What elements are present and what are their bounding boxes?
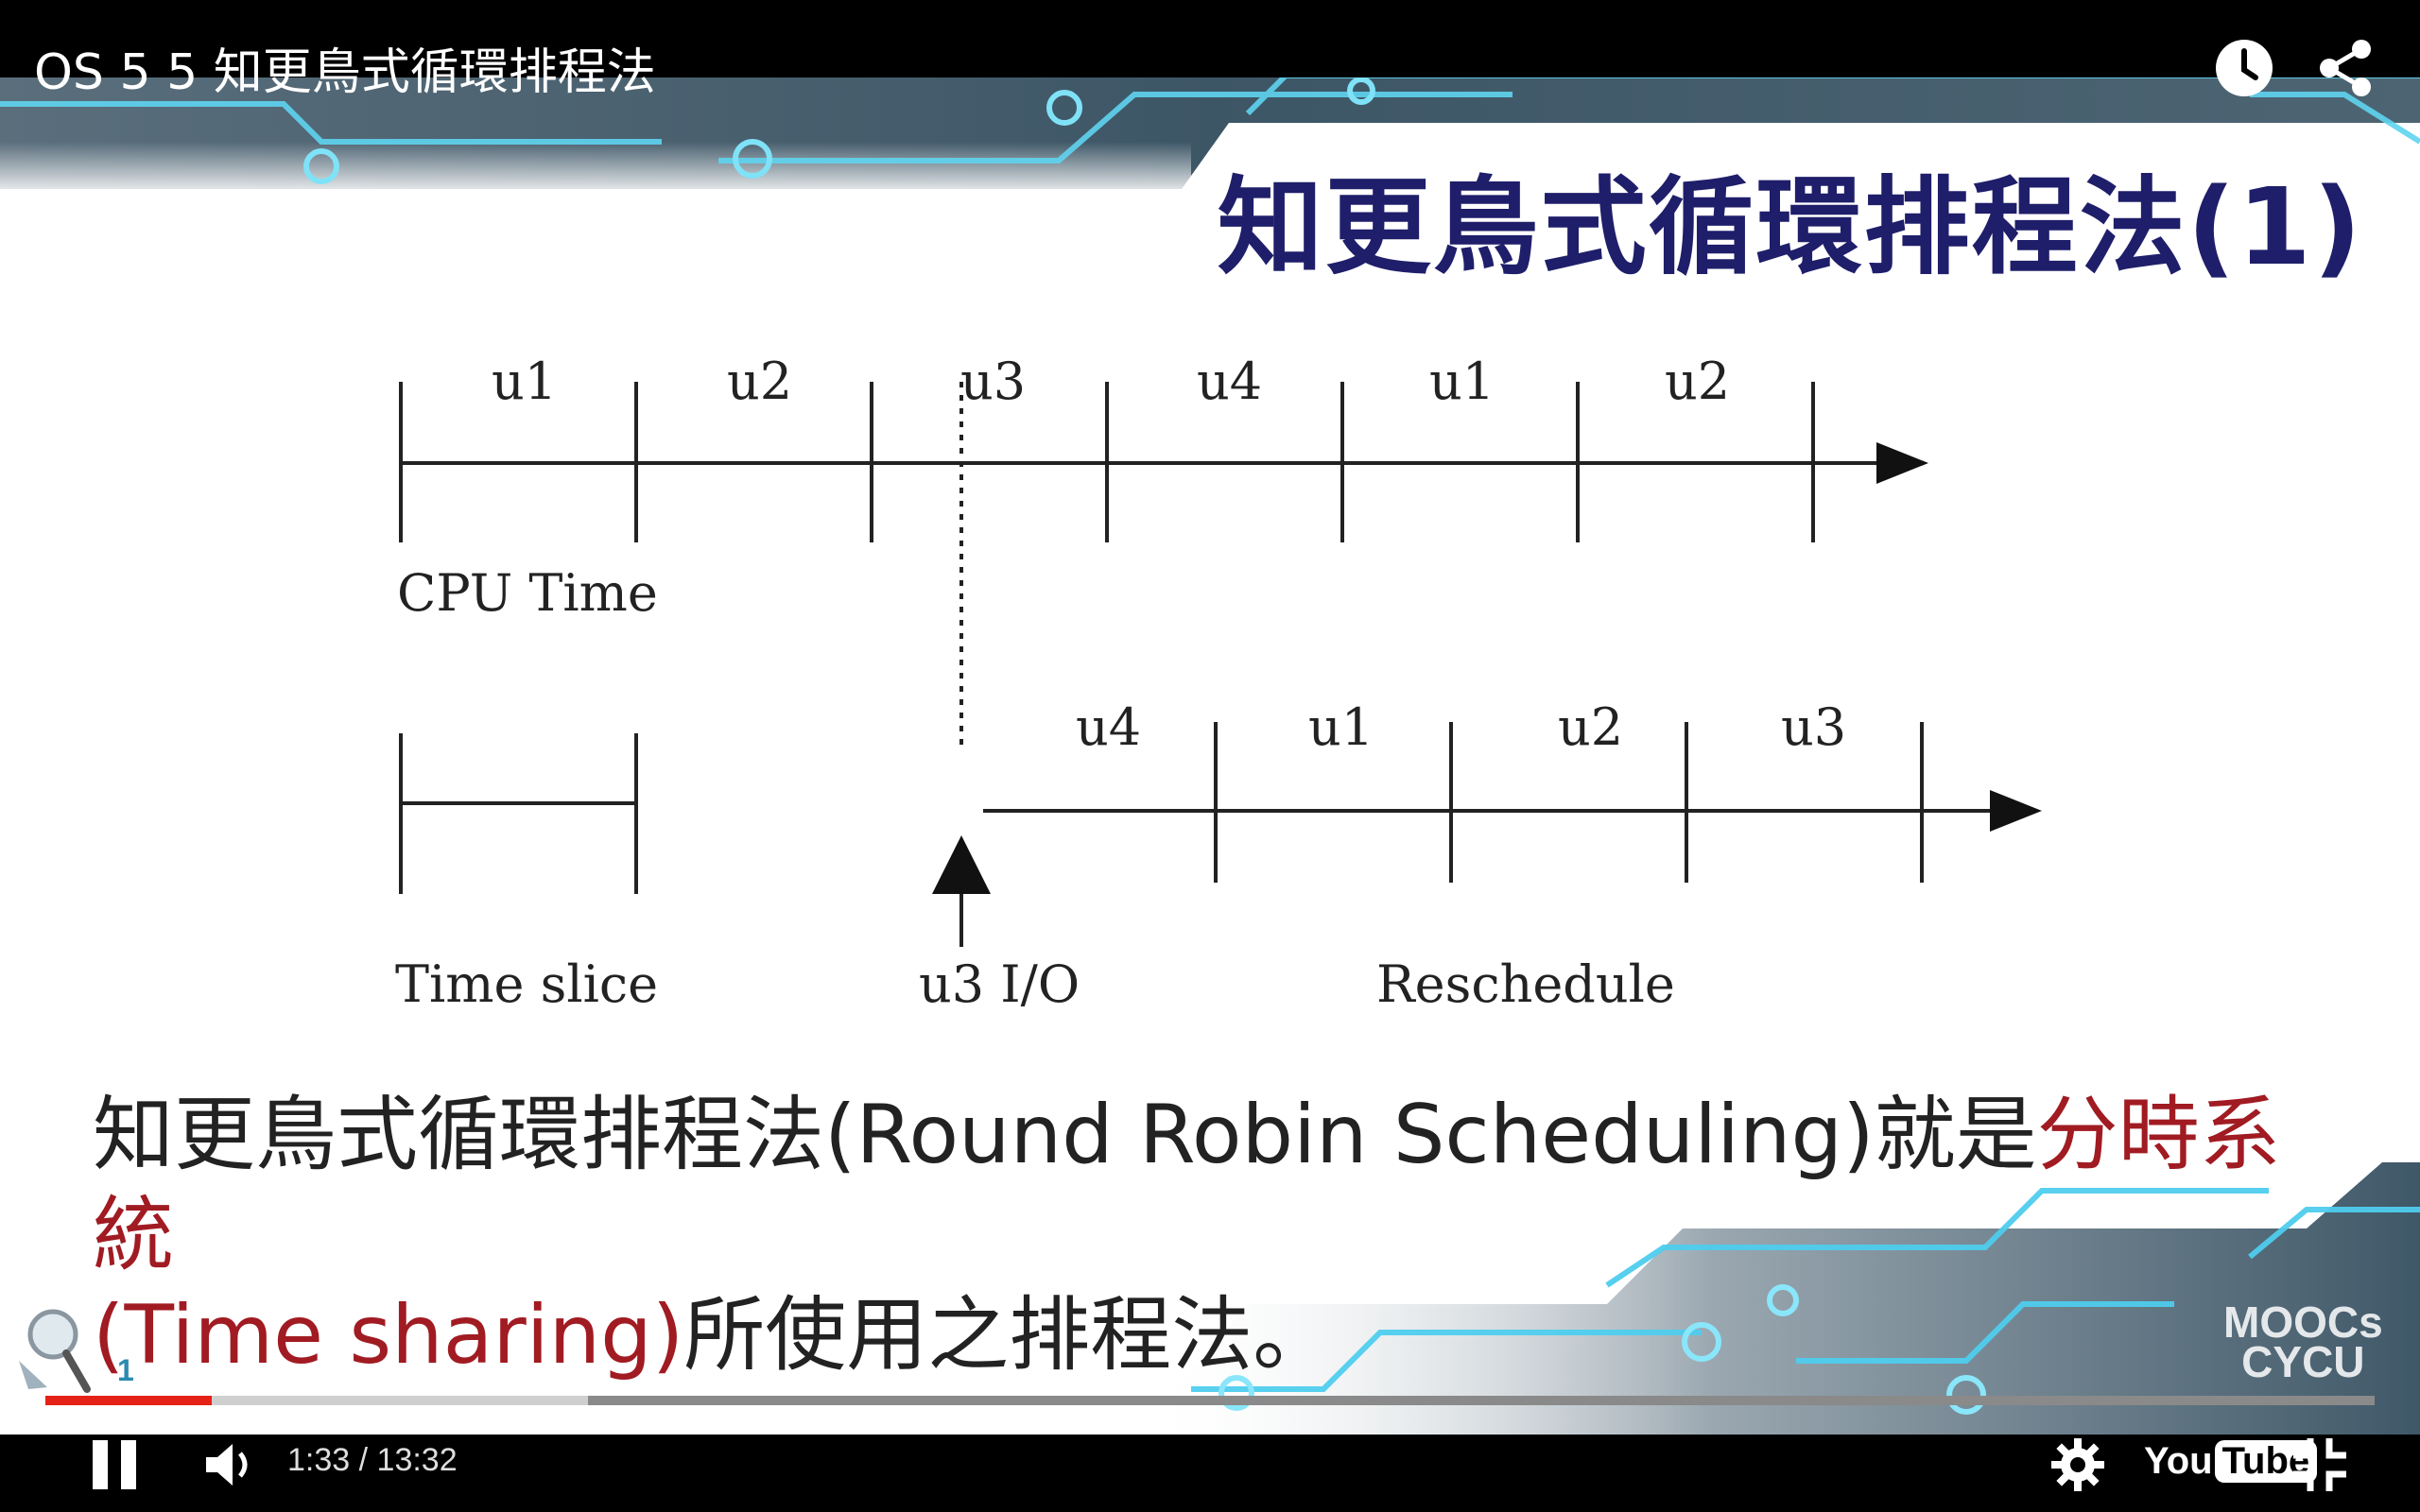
- exit-fullscreen-icon: [2293, 1438, 2346, 1491]
- cpu-time-arrowhead: [1876, 442, 1928, 484]
- exit-fullscreen-button[interactable]: [2290, 1435, 2350, 1495]
- volume-button[interactable]: [200, 1435, 261, 1495]
- volume-icon: [206, 1444, 248, 1486]
- settings-button[interactable]: [2048, 1435, 2108, 1495]
- timecode: 1:33 / 13:32: [287, 1442, 458, 1479]
- progress-bar[interactable]: [45, 1396, 2375, 1405]
- share-button[interactable]: [2312, 34, 2380, 102]
- cpu-time-label: CPU Time: [397, 563, 658, 623]
- pause-button[interactable]: [87, 1436, 144, 1493]
- time-separator: /: [358, 1442, 369, 1478]
- bottom-slice-label: u1: [1308, 697, 1374, 757]
- logo-line: MOOCs: [2223, 1297, 2383, 1347]
- slide-badge: 1: [117, 1353, 134, 1387]
- top-slice-label: u3: [960, 352, 1027, 411]
- time-slice-label: Time slice: [395, 954, 659, 1014]
- duration: 13:32: [376, 1442, 458, 1478]
- slide-caption: 知更鳥式循環排程法(Round Robin Scheduling)就是分時系統(…: [93, 1085, 2361, 1385]
- reschedule-arrowhead: [1990, 790, 2042, 832]
- caption-highlight: (Time sharing): [93, 1288, 684, 1383]
- top-slice-label: u2: [727, 352, 793, 411]
- bottom-slice-label: u2: [1558, 697, 1624, 757]
- top-slice-label: u1: [492, 352, 558, 411]
- watch-later-button[interactable]: [2210, 34, 2278, 102]
- current-time: 1:33: [287, 1442, 351, 1478]
- bottom-slice-label: u3: [1781, 697, 1847, 757]
- youtube-you: You: [2144, 1440, 2213, 1482]
- logo-line: CYCU: [2241, 1337, 2365, 1386]
- caption-text: 知更鳥式循環排程法(Round Robin Scheduling)就是: [93, 1088, 2037, 1182]
- io-label: u3 I/O: [919, 954, 1080, 1014]
- reschedule-label: Reschedule: [1376, 954, 1675, 1014]
- clock-icon: [2216, 40, 2273, 96]
- top-slice-label: u2: [1665, 352, 1731, 411]
- io-arrow-head: [932, 835, 991, 894]
- video-frame: 知更鳥式循環排程法(1) u1 u2 u3 u4 u1 u2 CPU Time …: [0, 0, 2420, 1512]
- mooc-logo: MOOCs CYCU: [2223, 1297, 2383, 1386]
- video-title[interactable]: OS 5 5 知更鳥式循環排程法: [34, 32, 656, 103]
- share-icon: [2320, 40, 2371, 96]
- progress-played: [45, 1396, 213, 1405]
- gear-icon: [2051, 1438, 2104, 1491]
- top-slice-label: u1: [1429, 352, 1495, 411]
- top-slice-label: u4: [1197, 352, 1263, 411]
- video-player[interactable]: 知更鳥式循環排程法(1) u1 u2 u3 u4 u1 u2 CPU Time …: [0, 0, 2420, 1512]
- caption-text: 所使用之排程法。: [683, 1288, 1335, 1383]
- bottom-slice-label: u4: [1076, 697, 1142, 757]
- pause-icon: [93, 1440, 136, 1489]
